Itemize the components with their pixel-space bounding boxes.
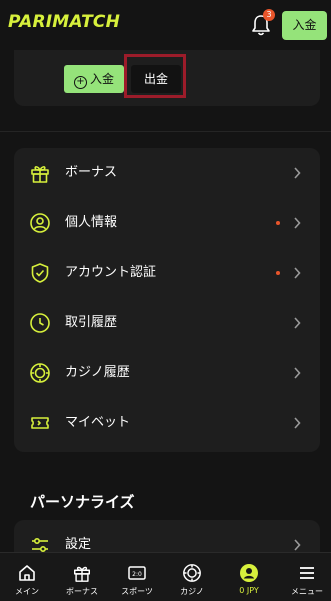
chevron-right-icon [294, 167, 301, 179]
plus-circle-icon: + [73, 76, 87, 89]
chip-icon [30, 363, 50, 383]
gift-icon [31, 166, 49, 183]
nav-item-bonus[interactable]: ボーナス [57, 553, 107, 601]
nav-item-main[interactable]: メイン [2, 553, 52, 601]
notification-badge: 3 [263, 9, 275, 21]
profile-icon [240, 564, 258, 582]
chevron-right-icon [294, 367, 301, 379]
scoreboard-icon: 2:0 [128, 566, 146, 580]
menu-item-bonus[interactable]: ボーナス [14, 148, 320, 198]
deposit-label: 入金 [89, 72, 114, 86]
withdraw-highlight-box [124, 54, 186, 98]
menu-item-label: アカウント認証 [65, 265, 157, 280]
notification-dot [276, 271, 280, 275]
nav-label: カジノ [180, 587, 204, 596]
hamburger-icon [300, 567, 314, 579]
top-header: PARIMATCH 3 入金 [0, 0, 331, 50]
personalize-section-title: パーソナライズ [30, 493, 135, 511]
parimatch-logo[interactable]: PARIMATCH [8, 12, 120, 32]
shield-check-icon [31, 263, 49, 283]
nav-item-balance[interactable]: 0 JPY [224, 553, 274, 601]
home-icon [19, 565, 35, 581]
chevron-right-icon [294, 217, 301, 229]
menu-item-casino-history[interactable]: カジノ履歴 [14, 348, 320, 398]
nav-item-casino[interactable]: カジノ [167, 553, 217, 601]
nav-item-menu[interactable]: メニュー [282, 553, 331, 601]
menu-item-my-bets[interactable]: マイベット [14, 398, 320, 448]
ticket-icon [31, 417, 49, 429]
svg-text:2:0: 2:0 [132, 571, 142, 578]
menu-item-label: 個人情報 [65, 215, 118, 230]
nav-label: メニュー [291, 587, 323, 596]
gift-icon [74, 566, 90, 582]
chevron-right-icon [294, 417, 301, 429]
menu-item-label: 取引履歴 [65, 315, 118, 330]
user-icon [30, 213, 50, 233]
chevron-right-icon [294, 317, 301, 329]
menu-item-account-verification[interactable]: アカウント認証 [14, 248, 320, 298]
clock-icon [30, 313, 50, 333]
menu-item-label: ボーナス [65, 165, 118, 180]
notification-dot [276, 221, 280, 225]
header-deposit-button[interactable]: 入金 [282, 11, 327, 40]
section-divider [0, 131, 331, 132]
menu-item-transaction-history[interactable]: 取引履歴 [14, 298, 320, 348]
nav-label: ボーナス [66, 587, 98, 596]
deposit-button[interactable]: + 入金 [64, 65, 124, 93]
nav-label: スポーツ [121, 587, 153, 596]
menu-item-label: マイベット [65, 415, 131, 430]
chip-icon [183, 564, 201, 582]
nav-label: メイン [15, 587, 39, 596]
chevron-right-icon [294, 267, 301, 279]
nav-item-sports[interactable]: 2:0 スポーツ [112, 553, 162, 601]
nav-label: 0 JPY [239, 586, 259, 595]
chevron-right-icon [294, 539, 301, 551]
menu-item-label: カジノ履歴 [65, 365, 130, 380]
menu-item-personal-info[interactable]: 個人情報 [14, 198, 320, 248]
bottom-navigation: メイン ボーナス 2:0 スポーツ カジノ 0 JPY メニュー [0, 552, 331, 601]
